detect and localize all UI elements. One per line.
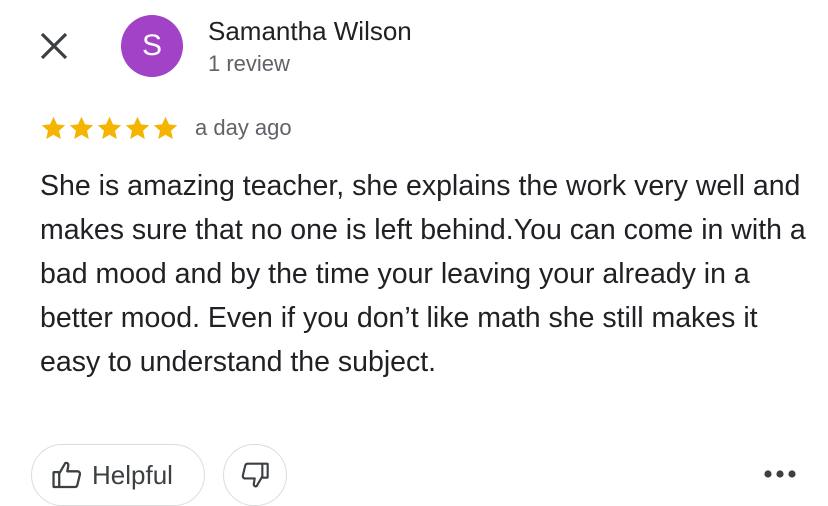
thumbs-up-icon [52, 461, 82, 489]
not-helpful-button[interactable] [223, 444, 287, 506]
star-icon [153, 116, 178, 139]
review-date: a day ago [195, 115, 292, 140]
star-icon [69, 116, 94, 139]
review-text: She is amazing teacher, she explains the… [40, 170, 806, 378]
more-options-button[interactable] [758, 458, 802, 490]
star-rating [40, 115, 180, 142]
thumbs-down-icon [241, 462, 269, 488]
star-icon [125, 116, 150, 139]
helpful-label: Helpful [92, 459, 173, 490]
avatar[interactable]: S [121, 15, 183, 77]
close-button[interactable] [36, 28, 72, 64]
rating-row: a day ago [40, 112, 292, 144]
reviewer-name[interactable]: Samantha Wilson [208, 16, 412, 47]
star-icon [41, 116, 66, 139]
close-icon [40, 32, 68, 60]
avatar-letter: S [141, 29, 162, 62]
star-icon [97, 116, 122, 139]
review-count: 1 review [208, 51, 290, 76]
helpful-button[interactable]: Helpful [31, 444, 205, 506]
more-options-icon [764, 470, 796, 478]
